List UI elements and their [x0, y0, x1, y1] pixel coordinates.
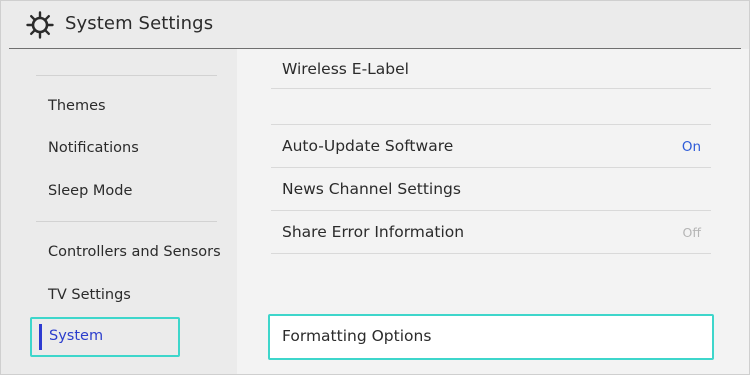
sidebar-divider — [36, 221, 217, 222]
setting-value-on: On — [681, 139, 701, 155]
settings-window: System Settings amiibo Themes Notificati… — [0, 0, 750, 375]
sidebar-item-themes[interactable]: Themes — [48, 98, 106, 114]
sidebar-item-sleep-mode[interactable]: Sleep Mode — [48, 183, 132, 199]
row-divider — [271, 88, 711, 89]
setting-label: Auto-Update Software — [282, 137, 454, 155]
settings-list: Wireless E-Label Auto-Update Software On… — [237, 49, 749, 374]
row-divider — [271, 124, 711, 125]
setting-row-wireless-e-label[interactable]: Wireless E-Label — [271, 49, 711, 91]
sidebar-item-tv-settings[interactable]: TV Settings — [48, 287, 131, 303]
setting-row-share-error-information[interactable]: Share Error Information Off — [271, 212, 711, 254]
page-title: System Settings — [65, 13, 214, 34]
setting-label: News Channel Settings — [282, 180, 461, 198]
row-divider — [271, 167, 711, 168]
setting-row-formatting-options[interactable]: Formatting Options — [268, 314, 714, 360]
row-divider — [271, 253, 711, 254]
setting-value-off: Off — [682, 225, 701, 240]
sidebar-item-label: System — [49, 328, 104, 344]
gear-icon — [26, 11, 54, 39]
sidebar-divider — [36, 75, 217, 76]
sidebar-item-notifications[interactable]: Notifications — [48, 140, 139, 156]
sidebar-item-amiibo[interactable]: amiibo — [48, 49, 97, 51]
selection-indicator — [39, 324, 42, 350]
setting-row-news-channel-settings[interactable]: News Channel Settings — [271, 169, 711, 211]
setting-label: Formatting Options — [282, 327, 432, 345]
setting-label: Wireless E-Label — [282, 60, 409, 78]
sidebar: amiibo Themes Notifications Sleep Mode C… — [1, 49, 237, 374]
row-divider — [271, 210, 711, 211]
setting-row-auto-update-software[interactable]: Auto-Update Software On — [271, 126, 711, 168]
sidebar-item-controllers-and-sensors[interactable]: Controllers and Sensors — [48, 244, 221, 260]
header: System Settings — [1, 1, 749, 48]
sidebar-item-system[interactable]: System — [30, 317, 180, 357]
setting-label: Share Error Information — [282, 223, 465, 241]
